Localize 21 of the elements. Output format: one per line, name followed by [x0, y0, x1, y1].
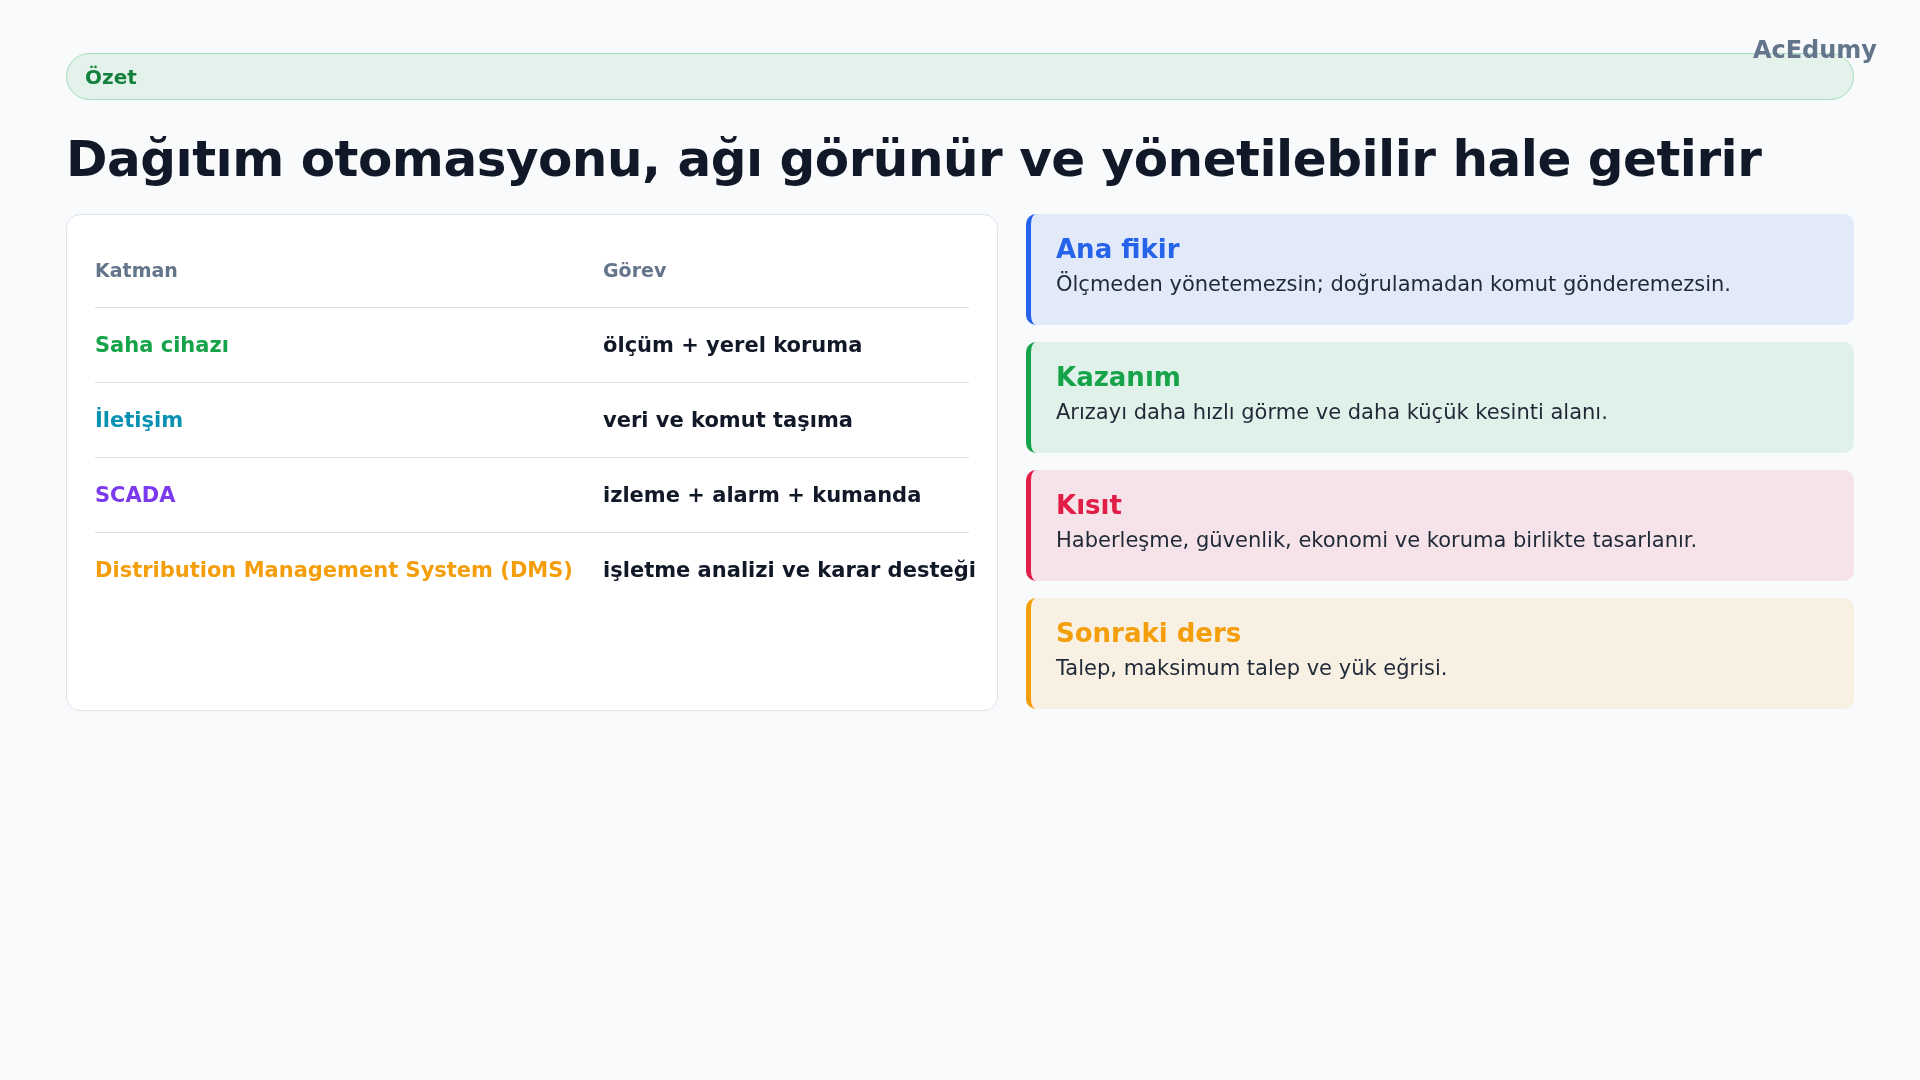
layer-cell-text: Saha cihazı: [95, 333, 230, 357]
card-text: Talep, maksimum talep ve yük eğrisi.: [1056, 656, 1449, 680]
task-cell: işletme analizi ve karar desteği: [603, 558, 976, 582]
card-title: Kısıt: [1056, 490, 1123, 520]
layer-cell-text: Distribution Management System (DMS): [95, 558, 574, 582]
layer-cell-text: İletişim: [95, 408, 185, 432]
section-label: Özet: [85, 64, 137, 89]
column-header: Katman: [95, 259, 179, 281]
task-cell-text: izleme + alarm + kumanda: [603, 483, 923, 507]
layer-cell-text: SCADA: [95, 483, 177, 507]
card-text: Arızayı daha hızlı görme ve daha küçük kesinti alanı.: [1056, 400, 1609, 424]
card-text: Ölçmeden yönetemezsin; doğrulamadan komut gönderemezsin.: [1056, 272, 1732, 296]
card-title: Kazanım: [1056, 362, 1182, 392]
task-cell-text: veri ve komut taşıma: [603, 408, 854, 432]
card-title: Ana fikir: [1056, 234, 1181, 264]
card-title: Sonraki ders: [1056, 618, 1243, 648]
card-text: Haberleşme, güvenlik, ekonomi ve koruma birlikte tasarlanır.: [1056, 528, 1699, 552]
column-header: Görev: [603, 259, 668, 281]
task-cell-text: ölçüm + yerel koruma: [603, 333, 864, 357]
slide-title: Dağıtım otomasyonu, ağı görünür ve yönetilebilir hale getirir: [66, 130, 1763, 188]
brand-name: AcEdumy: [1752, 36, 1877, 64]
